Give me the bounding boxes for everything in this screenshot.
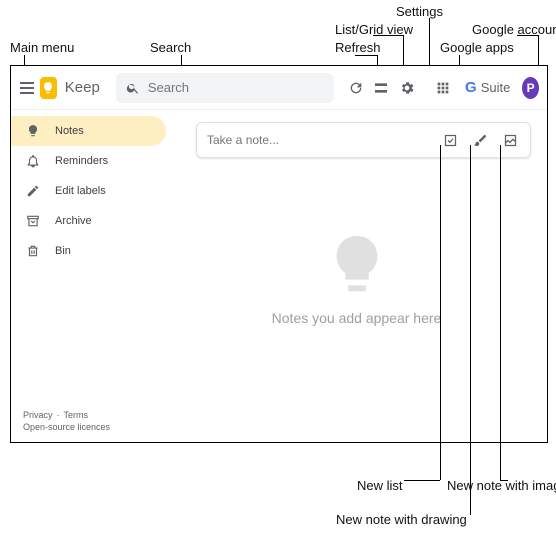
bell-icon [25,153,41,169]
licences-link[interactable]: Open-source licences [23,422,110,432]
apps-grid-icon [435,80,451,96]
sidebar-item-reminders[interactable]: Reminders [11,146,166,176]
search-icon [126,81,140,95]
image-icon [503,133,518,148]
top-bar: Keep G Suite P [11,66,547,110]
main-menu-button[interactable] [19,78,34,98]
take-note-bar[interactable]: Take a note... [196,122,531,158]
keep-logo-icon [40,77,57,99]
main-area: Take a note... Notes you add appear here [166,110,547,442]
new-list-button[interactable] [440,130,460,150]
lightbulb-large-icon [322,230,392,300]
empty-state: Notes you add appear here [166,230,547,326]
new-drawing-button[interactable] [470,130,490,150]
search-input[interactable] [148,80,324,95]
refresh-button[interactable] [346,75,366,101]
search-box[interactable] [116,73,334,103]
new-image-button[interactable] [500,130,520,150]
pencil-icon [25,183,41,199]
suite-text: Suite [481,80,511,95]
g-logo: G [465,79,477,96]
refresh-icon [348,80,364,96]
sidebar-item-label: Edit labels [55,185,106,197]
take-note-placeholder: Take a note... [207,133,430,147]
archive-icon [25,213,41,229]
sidebar: Notes Reminders Edit labels Archive [11,110,166,442]
sidebar-item-label: Bin [55,245,71,257]
app-brand: Keep [65,79,100,96]
callout-main-menu: Main menu [10,40,74,55]
callout-settings: Settings [396,4,443,19]
footer-links: Privacy·Terms Open-source licences [23,409,110,434]
callout-search: Search [150,40,191,55]
privacy-link[interactable]: Privacy [23,410,53,420]
settings-button[interactable] [397,75,417,101]
sidebar-item-label: Reminders [55,155,108,167]
sidebar-item-archive[interactable]: Archive [11,206,166,236]
app-window: Keep G Suite P N [10,65,548,443]
lightbulb-icon [25,123,41,139]
callout-refresh: Refresh [335,40,381,55]
list-grid-view-button[interactable] [371,75,391,101]
callout-apps: Google apps [440,40,514,55]
sidebar-item-bin[interactable]: Bin [11,236,166,266]
brush-icon [473,133,488,148]
gsuite-label[interactable]: G Suite [459,77,516,98]
terms-link[interactable]: Terms [64,410,89,420]
trash-icon [25,243,41,259]
callout-account: Google account [472,22,556,37]
callout-new-list: New list [357,478,403,493]
checkbox-icon [443,133,458,148]
sidebar-item-notes[interactable]: Notes [11,116,166,146]
sidebar-item-label: Notes [55,125,84,137]
gear-icon [399,80,415,96]
sidebar-item-edit-labels[interactable]: Edit labels [11,176,166,206]
google-apps-button[interactable] [433,75,453,101]
account-avatar[interactable]: P [522,77,539,99]
callout-new-drawing: New note with drawing [336,512,467,527]
sidebar-item-label: Archive [55,215,92,227]
empty-state-text: Notes you add appear here [272,310,442,326]
list-view-icon [373,80,389,96]
